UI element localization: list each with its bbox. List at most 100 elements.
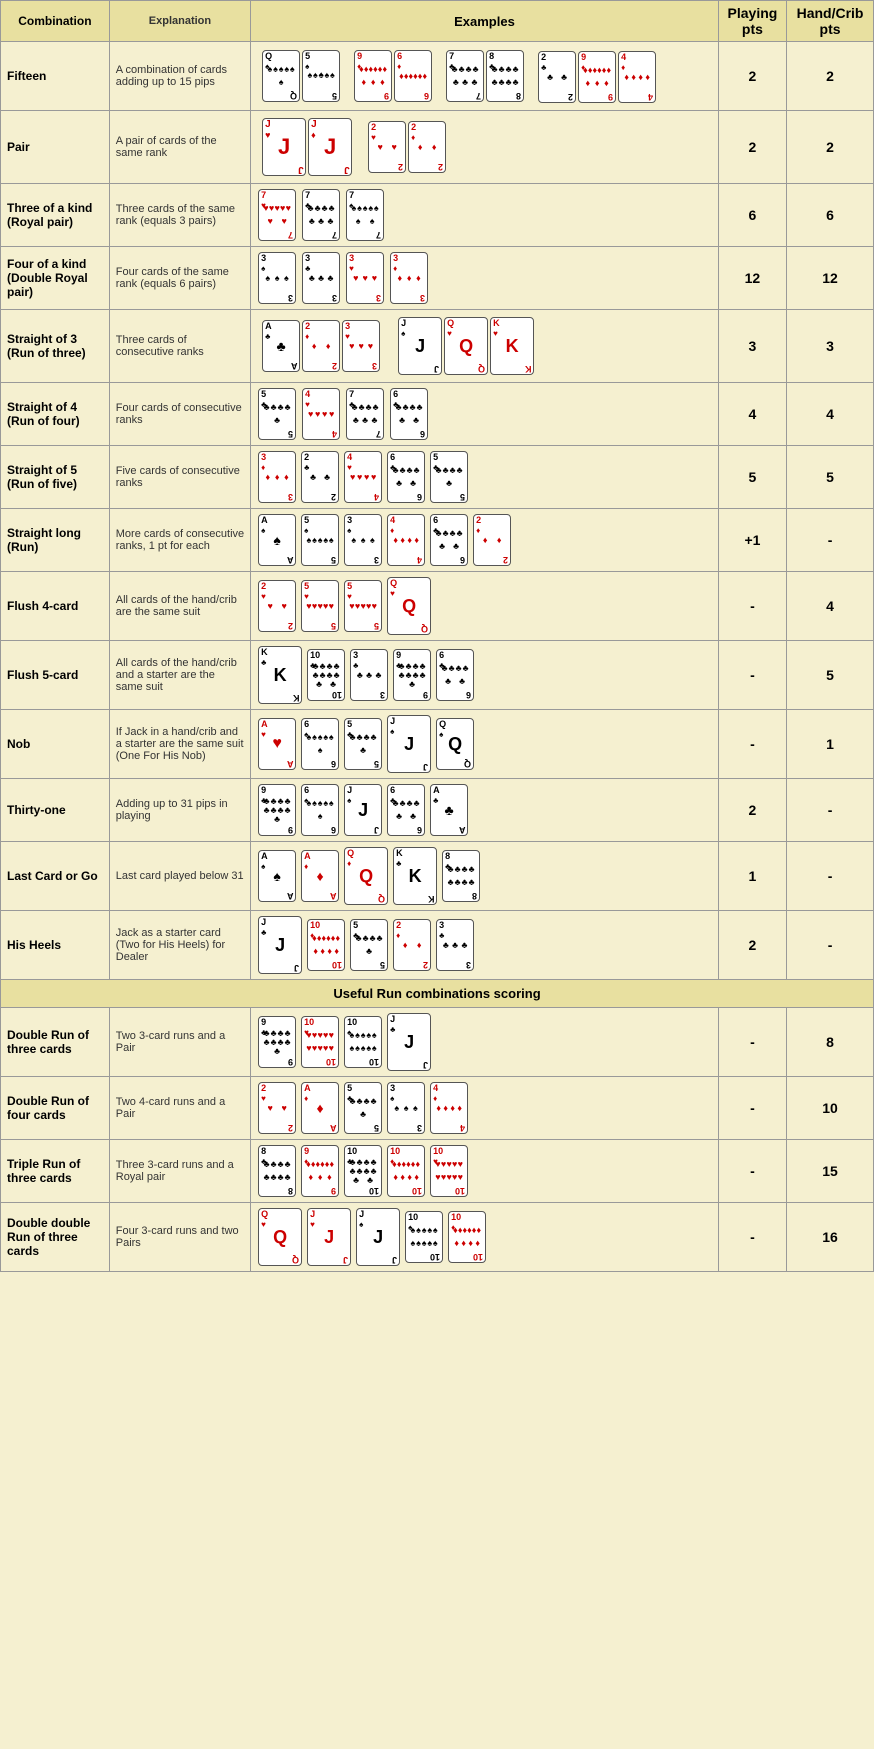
row-three-of-a-kind: Three of a kind (Royal pair) Three cards… <box>1 184 874 247</box>
row-four-of-a-kind: Four of a kind (Double Royal pair) Four … <box>1 247 874 310</box>
three-name: Three of a kind (Royal pair) <box>1 184 110 247</box>
pair-playing: 2 <box>718 111 786 184</box>
four-explanation: Four cards of the same rank (equals 6 pa… <box>109 247 250 310</box>
straight4-examples: 5 ♣ ♣♣ ♣♣♣ 5 4 ♥ ♥♥ ♥♥ <box>251 383 719 446</box>
pair-handcrib: 2 <box>787 111 874 184</box>
flush4-examples: 2 ♥ ♥ ♥ 2 5 ♥ ♥♥ ♥♥♥ <box>251 572 719 641</box>
doubledoublerun3-name: Double double Run of three cards <box>1 1203 110 1272</box>
doublerun3-name: Double Run of three cards <box>1 1008 110 1077</box>
straight3-handcrib: 3 <box>787 310 874 383</box>
col-header-handcrib: Hand/Crib pts <box>787 1 874 42</box>
straight4-playing: 4 <box>718 383 786 446</box>
row-lastcard: Last Card or Go Last card played below 3… <box>1 842 874 911</box>
straight4-explanation: Four cards of consecutive ranks <box>109 383 250 446</box>
row-flush5: Flush 5-card All cards of the hand/crib … <box>1 641 874 710</box>
straight3-explanation: Three cards of consecutive ranks <box>109 310 250 383</box>
straightlong-handcrib: - <box>787 509 874 572</box>
row-double-run-3: Double Run of three cards Two 3-card run… <box>1 1008 874 1077</box>
lastcard-playing: 1 <box>718 842 786 911</box>
doublerun4-handcrib: 10 <box>787 1077 874 1140</box>
thirtyone-examples: 9 ♣ ♣♣ ♣♣ ♣♣ ♣♣ ♣ 9 6 ♠ <box>251 779 719 842</box>
col-header-examples: Examples <box>251 1 719 42</box>
doubledoublerun3-handcrib: 16 <box>787 1203 874 1272</box>
straightlong-name: Straight long (Run) <box>1 509 110 572</box>
row-hisheels: His Heels Jack as a starter card (Two fo… <box>1 911 874 980</box>
straight4-handcrib: 4 <box>787 383 874 446</box>
flush4-name: Flush 4-card <box>1 572 110 641</box>
doubledoublerun3-explanation: Four 3-card runs and two Pairs <box>109 1203 250 1272</box>
doublerun4-examples: 2 ♥ ♥ ♥ 2 A ♦ ♦ A <box>251 1077 719 1140</box>
straight5-playing: 5 <box>718 446 786 509</box>
useful-section-title: Useful Run combinations scoring <box>1 980 874 1008</box>
doublerun4-playing: - <box>718 1077 786 1140</box>
doublerun3-playing: - <box>718 1008 786 1077</box>
flush5-explanation: All cards of the hand/crib and a starter… <box>109 641 250 710</box>
four-handcrib: 12 <box>787 247 874 310</box>
fifteen-name: Fifteen <box>1 42 110 111</box>
thirtyone-handcrib: - <box>787 779 874 842</box>
nob-explanation: If Jack in a hand/crib and a starter are… <box>109 710 250 779</box>
triplerun3-name: Triple Run of three cards <box>1 1140 110 1203</box>
row-flush4: Flush 4-card All cards of the hand/crib … <box>1 572 874 641</box>
doubledoublerun3-playing: - <box>718 1203 786 1272</box>
lastcard-explanation: Last card played below 31 <box>109 842 250 911</box>
fifteen-playing: 2 <box>718 42 786 111</box>
straight3-playing: 3 <box>718 310 786 383</box>
flush5-name: Flush 5-card <box>1 641 110 710</box>
nob-name: Nob <box>1 710 110 779</box>
doublerun4-explanation: Two 4-card runs and a Pair <box>109 1077 250 1140</box>
flush4-handcrib: 4 <box>787 572 874 641</box>
triplerun3-examples: 8 ♣ ♣♣ ♣♣ ♣♣ ♣♣ 8 9 ♦ <box>251 1140 719 1203</box>
fifteen-explanation: A combination of cards adding up to 15 p… <box>109 42 250 111</box>
triplerun3-playing: - <box>718 1140 786 1203</box>
hisheels-name: His Heels <box>1 911 110 980</box>
pair-name: Pair <box>1 111 110 184</box>
four-name: Four of a kind (Double Royal pair) <box>1 247 110 310</box>
three-explanation: Three cards of the same rank (equals 3 p… <box>109 184 250 247</box>
thirtyone-name: Thirty-one <box>1 779 110 842</box>
straight5-handcrib: 5 <box>787 446 874 509</box>
straight5-examples: 3 ♦ ♦ ♦ ♦ 3 2 ♣ ♣ ♣ <box>251 446 719 509</box>
hisheels-handcrib: - <box>787 911 874 980</box>
nob-playing: - <box>718 710 786 779</box>
col-header-combination: Combination <box>1 1 110 42</box>
col-header-explanation: Explanation <box>109 1 250 42</box>
col-header-playing: Playing pts <box>718 1 786 42</box>
row-pair: Pair A pair of cards of the same rank J … <box>1 111 874 184</box>
pair-explanation: A pair of cards of the same rank <box>109 111 250 184</box>
nob-handcrib: 1 <box>787 710 874 779</box>
row-nob: Nob If Jack in a hand/crib and a starter… <box>1 710 874 779</box>
row-triple-run-3: Triple Run of three cards Three 3-card r… <box>1 1140 874 1203</box>
row-straight-long: Straight long (Run) More cards of consec… <box>1 509 874 572</box>
four-examples: 3 ♠ ♠ ♠ ♠ 3 3 ♣ ♣ ♣ <box>251 247 719 310</box>
flush4-explanation: All cards of the hand/crib are the same … <box>109 572 250 641</box>
row-straight-4: Straight of 4 (Run of four) Four cards o… <box>1 383 874 446</box>
row-double-run-4: Double Run of four cards Two 4-card runs… <box>1 1077 874 1140</box>
doublerun3-handcrib: 8 <box>787 1008 874 1077</box>
lastcard-handcrib: - <box>787 842 874 911</box>
lastcard-name: Last Card or Go <box>1 842 110 911</box>
useful-section-header: Useful Run combinations scoring <box>1 980 874 1008</box>
doublerun3-examples: 9 ♣ ♣♣ ♣♣ ♣♣ ♣♣ ♣ 9 10 ♥ <box>251 1008 719 1077</box>
doubledoublerun3-examples: Q ♥ Q Q J ♥ J J J ♠ J J <box>251 1203 719 1272</box>
row-fifteen: Fifteen A combination of cards adding up… <box>1 42 874 111</box>
flush5-examples: K ♣ K K 10 ♣ ♣♣ ♣♣ ♣♣ ♣♣ ♣♣ <box>251 641 719 710</box>
straight4-name: Straight of 4 (Run of four) <box>1 383 110 446</box>
hisheels-explanation: Jack as a starter card (Two for His Heel… <box>109 911 250 980</box>
three-playing: 6 <box>718 184 786 247</box>
three-handcrib: 6 <box>787 184 874 247</box>
doublerun3-explanation: Two 3-card runs and a Pair <box>109 1008 250 1077</box>
row-straight-5: Straight of 5 (Run of five) Five cards o… <box>1 446 874 509</box>
row-thirtyone: Thirty-one Adding up to 31 pips in playi… <box>1 779 874 842</box>
flush5-handcrib: 5 <box>787 641 874 710</box>
lastcard-examples: A ♠ ♠ A A ♦ ♦ A Q ♦ Q Q <box>251 842 719 911</box>
flush4-playing: - <box>718 572 786 641</box>
hisheels-playing: 2 <box>718 911 786 980</box>
flush5-playing: - <box>718 641 786 710</box>
thirtyone-explanation: Adding up to 31 pips in playing <box>109 779 250 842</box>
hisheels-examples: J ♣ J J 10 ♦ ♦♦ ♦♦ ♦♦ ♦♦ ♦♦ <box>251 911 719 980</box>
fifteen-handcrib: 2 <box>787 42 874 111</box>
straightlong-explanation: More cards of consecutive ranks, 1 pt fo… <box>109 509 250 572</box>
nob-examples: A ♥ ♥ A 6 ♠ ♠♠ ♠♠ ♠♠ 6 <box>251 710 719 779</box>
thirtyone-playing: 2 <box>718 779 786 842</box>
